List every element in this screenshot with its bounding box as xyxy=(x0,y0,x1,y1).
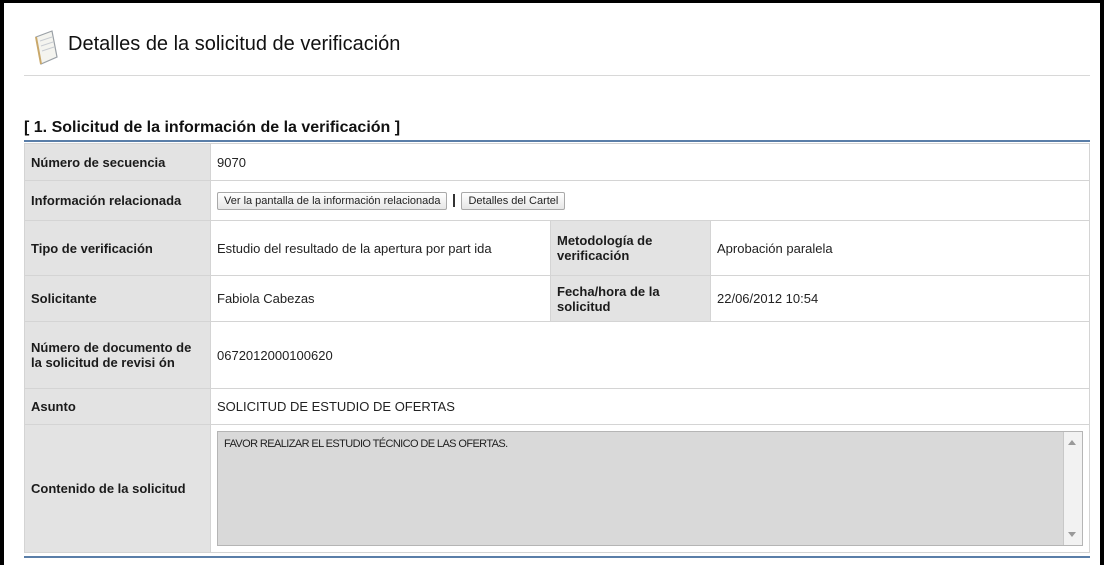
row-solicitante: Solicitante Fabiola Cabezas Fecha/hora d… xyxy=(24,275,1090,322)
detalles-cartel-button[interactable]: Detalles del Cartel xyxy=(461,191,566,210)
page-title: Detalles de la solicitud de verificación xyxy=(68,33,401,55)
solicitante-link[interactable]: Fabiola Cabezas xyxy=(210,275,551,322)
metodologia-label: Metodología de verificación xyxy=(550,220,711,276)
row-contenido: Contenido de la solicitud FAVOR REALIZAR… xyxy=(24,424,1090,553)
details-table: Número de secuencia 9070 Información rel… xyxy=(24,143,1090,553)
textarea-scrollbar[interactable] xyxy=(1063,432,1082,545)
scroll-down-icon[interactable] xyxy=(1068,532,1076,537)
scroll-up-icon[interactable] xyxy=(1068,440,1076,445)
notepad-icon xyxy=(35,30,58,65)
section-divider xyxy=(24,140,1090,142)
numdoc-value: 0672012000100620 xyxy=(210,321,1090,389)
ver-pantalla-button[interactable]: Ver la pantalla de la información relaci… xyxy=(217,191,448,210)
tipo-value: Estudio del resultado de la apertura por… xyxy=(210,220,551,276)
solicitante-label: Solicitante xyxy=(24,275,211,322)
info-relacionada-label: Información relacionada xyxy=(24,180,211,221)
asunto-label: Asunto xyxy=(24,388,211,425)
numdoc-label: Número de documento de la solicitud de r… xyxy=(24,321,211,389)
asunto-value: SOLICITUD DE ESTUDIO DE OFERTAS xyxy=(210,388,1090,425)
page-header: Detalles de la solicitud de verificación xyxy=(24,27,1090,76)
secuencia-label: Número de secuencia xyxy=(24,143,211,181)
bottom-divider xyxy=(24,556,1090,558)
metodologia-value: Aprobación paralela xyxy=(710,220,1090,276)
window-frame: Detalles de la solicitud de verificación… xyxy=(0,0,1104,565)
row-asunto: Asunto SOLICITUD DE ESTUDIO DE OFERTAS xyxy=(24,388,1090,425)
secuencia-value: 9070 xyxy=(210,143,1090,181)
separator xyxy=(453,194,456,207)
section-title: [ 1. Solicitud de la información de la v… xyxy=(24,119,401,136)
row-tipo: Tipo de verificación Estudio del resulta… xyxy=(24,220,1090,276)
info-relacionada-actions: Ver la pantalla de la información relaci… xyxy=(210,180,1090,221)
fecha-label: Fecha/hora de la solicitud xyxy=(550,275,711,322)
contenido-text: FAVOR REALIZAR EL ESTUDIO TÉCNICO DE LAS… xyxy=(224,438,508,450)
tipo-label: Tipo de verificación xyxy=(24,220,211,276)
contenido-textarea[interactable]: FAVOR REALIZAR EL ESTUDIO TÉCNICO DE LAS… xyxy=(217,431,1083,546)
row-secuencia: Número de secuencia 9070 xyxy=(24,143,1090,181)
contenido-label: Contenido de la solicitud xyxy=(24,424,211,553)
contenido-cell: FAVOR REALIZAR EL ESTUDIO TÉCNICO DE LAS… xyxy=(210,424,1090,553)
fecha-value: 22/06/2012 10:54 xyxy=(710,275,1090,322)
row-numdoc: Número de documento de la solicitud de r… xyxy=(24,321,1090,389)
row-info-relacionada: Información relacionada Ver la pantalla … xyxy=(24,180,1090,221)
